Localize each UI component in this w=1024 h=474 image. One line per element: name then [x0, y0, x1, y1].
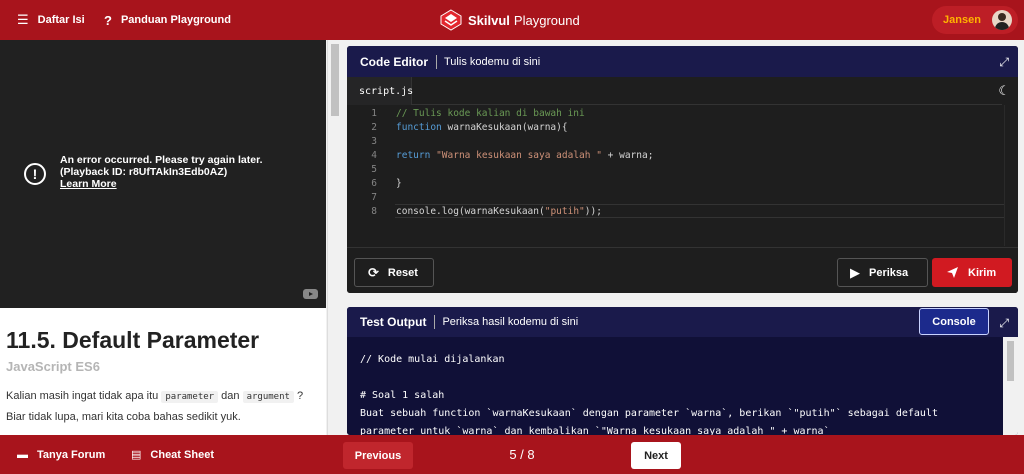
- output-line: Buat sebuah function `warnaKesukaan` den…: [360, 408, 938, 419]
- forum-button[interactable]: ▬ Tanya Forum: [17, 435, 105, 474]
- line-number: 7: [371, 192, 377, 203]
- guide-button[interactable]: ? Panduan Playground: [104, 0, 231, 40]
- code-line-6: }: [396, 178, 402, 189]
- submit-button[interactable]: Kirim: [932, 258, 1012, 287]
- console-button[interactable]: Console: [919, 308, 989, 335]
- refresh-icon: ⟳: [368, 264, 379, 280]
- line-number: 4: [371, 150, 377, 161]
- code-editor-subtitle: Tulis kodemu di sini: [444, 55, 541, 68]
- lesson-text-1: Kalian masih ingat tidak apa itu: [6, 390, 159, 402]
- check-button[interactable]: ▶ Periksa: [837, 258, 928, 287]
- expand-icon[interactable]: ⤢: [999, 316, 1009, 331]
- video-error-message: An error occurred. Please try again late…: [60, 154, 263, 178]
- dark-mode-icon[interactable]: ☾: [998, 83, 1010, 99]
- tab-script-js[interactable]: script.js: [347, 77, 413, 105]
- question-icon: ?: [104, 12, 112, 28]
- lesson-content: 11.5. Default Parameter JavaScript ES6 K…: [0, 308, 326, 435]
- brand-name-rest: Playground: [513, 12, 580, 28]
- previous-button[interactable]: Previous: [343, 442, 413, 469]
- line-number: 6: [371, 178, 377, 189]
- reset-button[interactable]: ⟳ Reset: [354, 258, 434, 287]
- skilvul-logo-icon: [440, 9, 462, 31]
- document-icon: ▤: [131, 449, 142, 461]
- error-icon: !: [24, 163, 46, 185]
- toc-button[interactable]: ☰ Daftar Isi: [17, 0, 85, 40]
- output-line: parameter untuk `warna` dan kembalikan `…: [360, 426, 830, 435]
- code-line-8: console.log(warnaKesukaan("putih"));: [396, 206, 602, 217]
- send-icon: [947, 267, 958, 278]
- output-scrollbar[interactable]: [1003, 337, 1018, 435]
- avatar: [992, 10, 1012, 30]
- test-output-header: Test Output Periksa hasil kodemu di sini…: [347, 307, 1018, 337]
- test-output-title: Test Output: [347, 315, 436, 329]
- page-indicator: 5 / 8: [509, 447, 535, 462]
- top-bar: ☰ Daftar Isi ? Panduan Playground Skilvu…: [0, 0, 1024, 40]
- line-number: 2: [371, 122, 377, 133]
- expand-icon[interactable]: ⤢: [999, 55, 1009, 70]
- editor-actions: ⟳ Reset ▶ Periksa Kirim: [347, 247, 1018, 293]
- line-number: 5: [371, 164, 377, 175]
- inline-code-parameter: parameter: [161, 391, 219, 403]
- code-area[interactable]: 1 2 3 4 5 6 7 8 // Tulis kode kalian di …: [347, 105, 1018, 246]
- lesson-paragraph: Kalian masih ingat tidak apa itu paramet…: [6, 386, 320, 427]
- user-name: Jansen: [943, 14, 981, 26]
- output-line: // Kode mulai dijalankan: [360, 354, 505, 365]
- user-menu[interactable]: Jansen: [932, 6, 1018, 34]
- line-number: 8: [371, 206, 377, 217]
- video-player[interactable]: ! An error occurred. Please try again la…: [0, 40, 326, 308]
- line-number: 3: [371, 136, 377, 147]
- youtube-icon[interactable]: [303, 289, 318, 299]
- code-editor-header: Code Editor Tulis kodemu di sini ⤢: [347, 46, 1018, 77]
- play-icon: ▶: [850, 264, 860, 280]
- output-console: // Kode mulai dijalankan # Soal 1 salah …: [347, 337, 1003, 435]
- brand-name-bold: Skilvul: [468, 12, 510, 28]
- brand-logo[interactable]: Skilvul Playground: [440, 0, 580, 40]
- cheat-sheet-button[interactable]: ▤ Cheat Sheet: [131, 435, 214, 474]
- lesson-title: 11.5. Default Parameter: [6, 327, 260, 353]
- line-number: 1: [371, 108, 377, 119]
- output-scrollbar-thumb[interactable]: [1007, 341, 1014, 381]
- learn-more-link[interactable]: Learn More: [60, 178, 117, 190]
- left-scrollbar-thumb[interactable]: [331, 44, 339, 116]
- test-output-subtitle: Periksa hasil kodemu di sini: [442, 316, 579, 328]
- output-line: # Soal 1 salah: [360, 390, 445, 401]
- test-output-panel: Test Output Periksa hasil kodemu di sini…: [347, 307, 1018, 435]
- next-button[interactable]: Next: [631, 442, 681, 469]
- guide-label: Panduan Playground: [120, 14, 231, 26]
- code-line-2: function warnaKesukaan(warna){: [396, 122, 568, 133]
- code-editor-title: Code Editor: [347, 54, 437, 69]
- chat-icon: ▬: [17, 448, 28, 461]
- lesson-text-2: dan: [221, 390, 240, 402]
- bottom-bar: ▬ Tanya Forum ▤ Cheat Sheet Previous 5 /…: [0, 435, 1024, 474]
- inline-code-argument: argument: [242, 391, 294, 403]
- menu-icon: ☰: [17, 12, 29, 27]
- lesson-subtitle: JavaScript ES6: [6, 359, 100, 374]
- code-editor-panel: Code Editor Tulis kodemu di sini ⤢ scrip…: [347, 46, 1018, 293]
- editor-scrollbar[interactable]: [1004, 105, 1018, 246]
- toc-label: Daftar Isi: [37, 14, 85, 26]
- editor-tab-bar: script.js ☾: [347, 77, 1018, 105]
- code-line-1: // Tulis kode kalian di bawah ini: [396, 108, 585, 119]
- left-scrollbar[interactable]: [327, 40, 341, 435]
- code-line-4: return "Warna kesukaan saya adalah " + w…: [396, 150, 654, 161]
